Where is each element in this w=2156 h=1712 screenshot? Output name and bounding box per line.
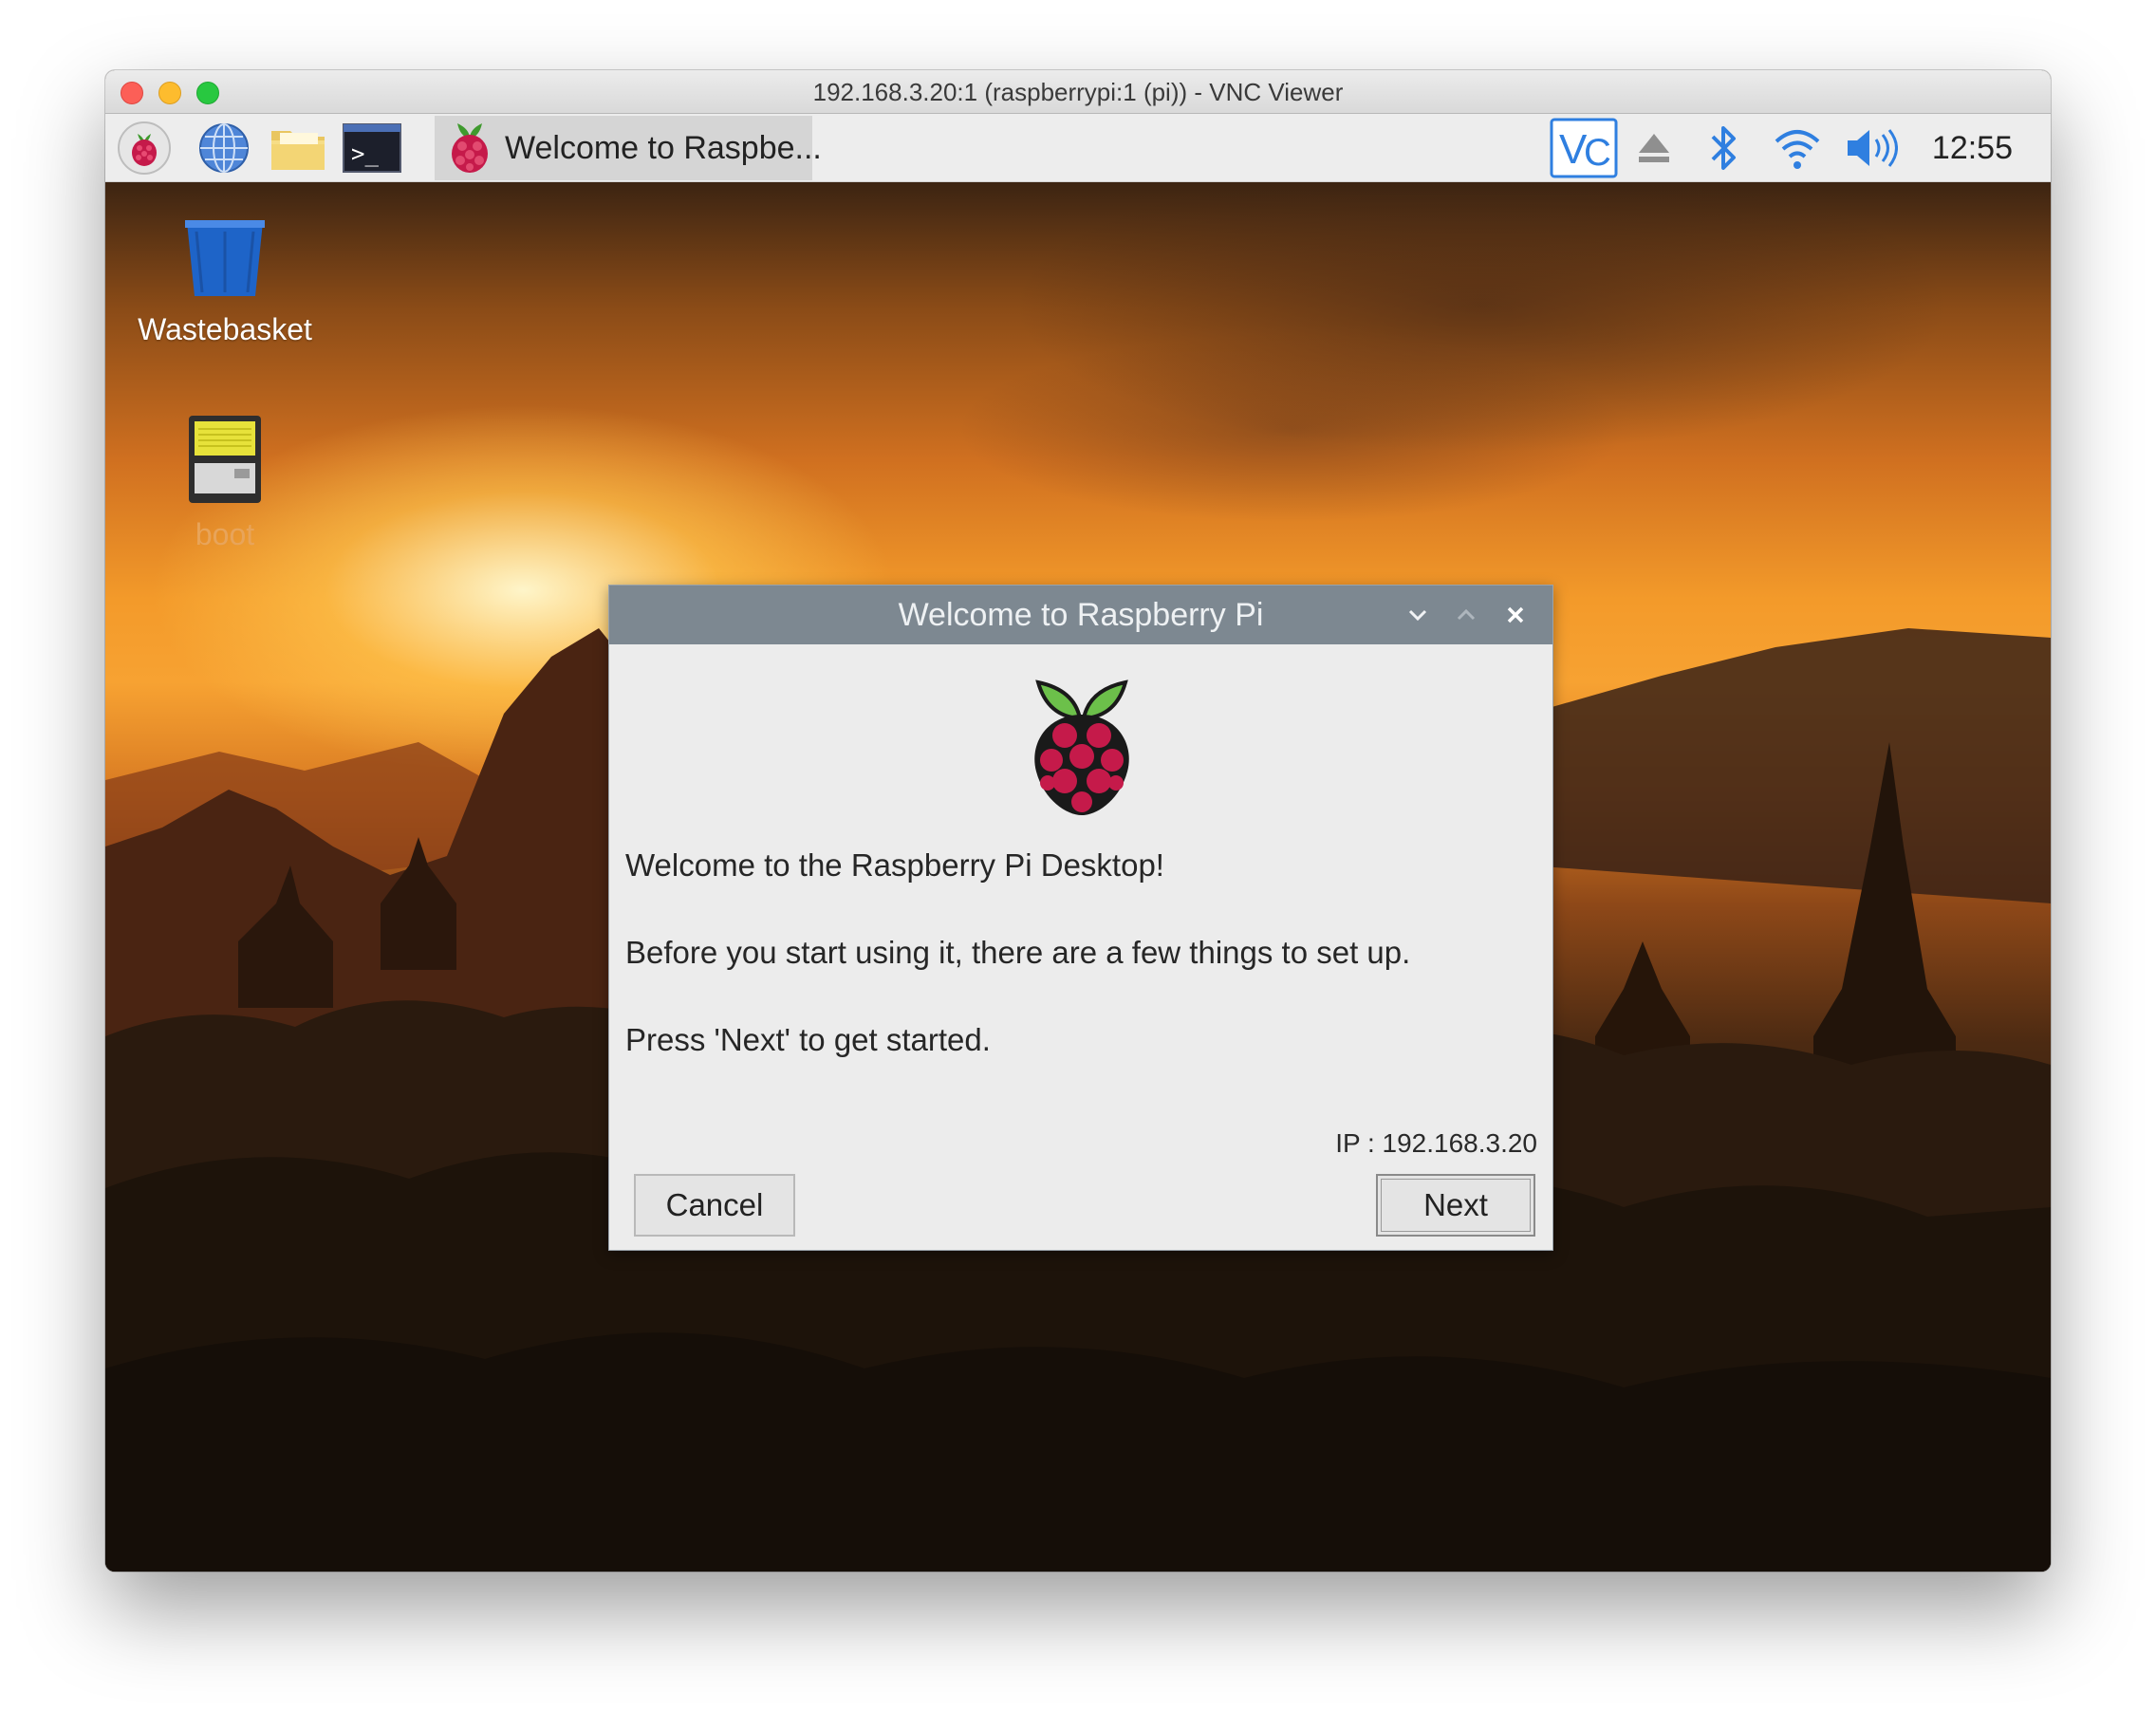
- desktop-icon-boot[interactable]: boot: [121, 414, 329, 552]
- welcome-message-line2: Before you start using it, there are a f…: [625, 935, 1411, 970]
- welcome-message-line1: Welcome to the Raspberry Pi Desktop!: [625, 847, 1164, 883]
- cancel-button[interactable]: Cancel: [634, 1174, 795, 1237]
- raspberry-pi-logo-icon: [1025, 673, 1139, 822]
- vnc-icon[interactable]: V C: [1550, 118, 1618, 178]
- terminal-icon[interactable]: >_: [343, 121, 401, 175]
- next-button[interactable]: Next: [1376, 1174, 1535, 1237]
- raspberry-taskbar: >_ Welcome to Raspbe... V C 12:55: [105, 114, 2051, 182]
- web-browser-icon[interactable]: [195, 121, 253, 175]
- bluetooth-icon[interactable]: [1704, 120, 1742, 177]
- desktop-icon-label: Wastebasket: [138, 312, 312, 346]
- file-manager-icon[interactable]: [269, 121, 327, 175]
- desktop-icon-label: boot: [195, 517, 255, 551]
- window-title: 192.168.3.20:1 (raspberrypi:1 (pi)) - VN…: [812, 78, 1344, 106]
- welcome-dialog: Welcome to Raspberry Pi Welcome to the R…: [608, 585, 1553, 1251]
- vnc-viewer-window: 192.168.3.20:1 (raspberrypi:1 (pi)) - VN…: [105, 70, 2051, 1572]
- volume-icon[interactable]: [1842, 120, 1901, 177]
- taskbar-welcome-task[interactable]: Welcome to Raspbe...: [435, 116, 822, 180]
- desktop-icon-wastebasket[interactable]: Wastebasket: [121, 216, 329, 347]
- welcome-message-line3: Press 'Next' to get started.: [625, 1022, 991, 1057]
- desktop[interactable]: Wastebasket boot Welcome to Raspberry Pi: [105, 182, 2051, 1572]
- dialog-title-bar[interactable]: Welcome to Raspberry Pi: [609, 586, 1552, 644]
- sd-card-drive-icon: [187, 416, 263, 509]
- mac-title-bar[interactable]: 192.168.3.20:1 (raspberrypi:1 (pi)) - VN…: [105, 70, 2051, 114]
- taskbar-clock[interactable]: 12:55: [1932, 114, 2013, 182]
- taskbar-task-label: Welcome to Raspbe...: [505, 129, 822, 166]
- raspberry-icon: [444, 118, 495, 179]
- dialog-maximize-button[interactable]: [1450, 599, 1482, 631]
- dialog-minimize-button[interactable]: [1402, 599, 1434, 631]
- raspberry-menu-icon[interactable]: [115, 121, 174, 175]
- svg-text:>_: >_: [351, 140, 379, 167]
- dialog-close-button[interactable]: [1499, 599, 1532, 631]
- eject-icon[interactable]: [1633, 120, 1675, 177]
- wifi-icon[interactable]: [1771, 120, 1824, 177]
- ip-address-label: IP : 192.168.3.20: [1335, 1128, 1537, 1158]
- svg-text:C: C: [1584, 132, 1611, 174]
- wastebasket-icon: [181, 220, 269, 304]
